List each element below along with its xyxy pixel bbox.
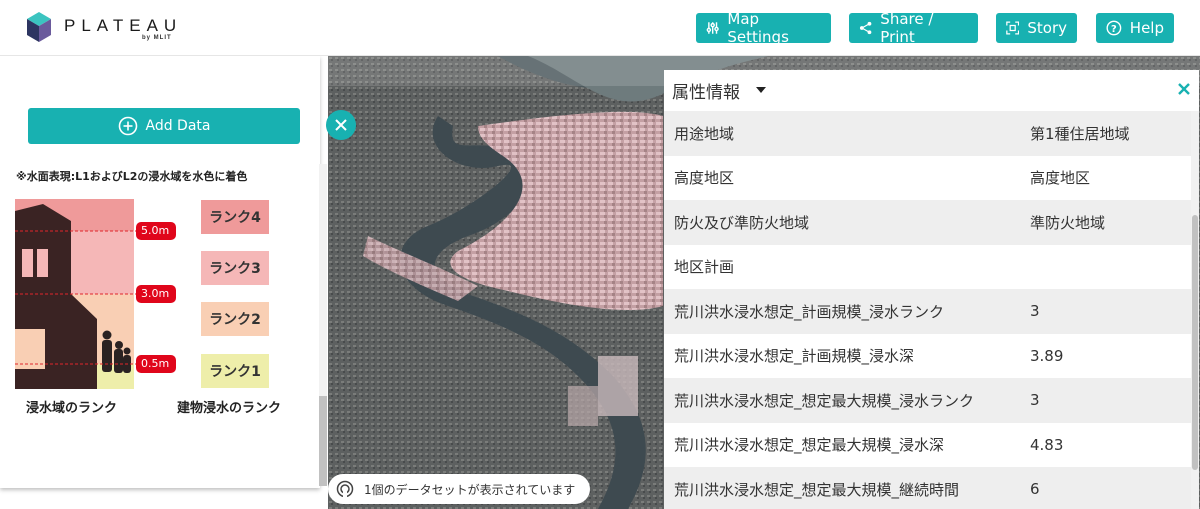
close-icon[interactable] bbox=[1177, 82, 1191, 96]
logo-cube-icon bbox=[27, 12, 51, 42]
rank1-box: ランク1 bbox=[201, 354, 269, 388]
caret-down-icon[interactable] bbox=[756, 86, 766, 94]
dataset-status-text: 1個のデータセットが表示されています bbox=[364, 482, 576, 497]
depth-marker-5m: 5.0m bbox=[141, 224, 170, 237]
add-data-label: Add Data bbox=[145, 118, 211, 134]
attribute-key: 用途地域 bbox=[674, 124, 735, 143]
rank3-label: ランク3 bbox=[209, 261, 261, 277]
attribute-row: 高度地区 高度地区 bbox=[664, 155, 1191, 200]
rank3-box: ランク3 bbox=[201, 251, 269, 285]
story-icon bbox=[1006, 21, 1020, 35]
attribute-row: 荒川洪水浸水想定_計画規模_浸水深 3.89 bbox=[664, 333, 1191, 378]
attribute-key: 荒川洪水浸水想定_計画規模_浸水深 bbox=[674, 347, 915, 366]
attribute-table: 用途地域 第1種住居地域 高度地区 高度地区 防火及び準防火地域 準防火地域 地区計画 荒川洪… bbox=[664, 111, 1191, 509]
logo-text: PLATEAU bbox=[64, 16, 183, 35]
plus-circle-icon bbox=[118, 116, 137, 136]
left-panel: Add Data ※水面表現:L1およびL2の浸水域を水色に着色 5.0m 3.… bbox=[0, 56, 328, 509]
attribute-value: 3 bbox=[1030, 391, 1040, 410]
attribute-value: 3 bbox=[1030, 302, 1040, 321]
attribute-key: 高度地区 bbox=[674, 169, 735, 188]
close-icon bbox=[335, 119, 347, 131]
attribute-panel-title[interactable]: 属性情報 bbox=[672, 78, 740, 103]
plateau-logo[interactable]: PLATEAU by MLIT bbox=[26, 10, 196, 46]
attribute-panel: 属性情報 用途地域 第1種住居地域 高度地区 高度地区 防火及び準防火地域 準防火地域 地区… bbox=[664, 70, 1199, 509]
attribute-value: 6 bbox=[1030, 480, 1040, 499]
layers-icon bbox=[336, 480, 354, 498]
map-settings-button[interactable]: Map Settings bbox=[696, 10, 831, 46]
story-label: Story bbox=[1027, 19, 1067, 37]
attribute-panel-header: 属性情報 bbox=[664, 70, 1199, 111]
help-icon: ? bbox=[1106, 20, 1122, 36]
legend-panel: Add Data ※水面表現:L1およびL2の浸水域を水色に着色 5.0m 3.… bbox=[0, 56, 320, 488]
share-icon bbox=[859, 21, 872, 35]
attribute-key: 荒川洪水浸水想定_想定最大規模_浸水深 bbox=[674, 436, 945, 455]
collapse-panel-button[interactable] bbox=[326, 110, 356, 140]
rank4-box: ランク4 bbox=[201, 200, 269, 234]
depth-marker-05m: 0.5m bbox=[141, 357, 170, 370]
dataset-status-pill[interactable]: 1個のデータセットが表示されています bbox=[328, 474, 590, 504]
app-header: PLATEAU by MLIT Map Settings Share / Pri… bbox=[0, 0, 1200, 56]
help-label: Help bbox=[1129, 19, 1164, 37]
attribute-row: 防火及び準防火地域 準防火地域 bbox=[664, 200, 1191, 245]
logo-subtext: by MLIT bbox=[142, 35, 172, 41]
map-settings-label: Map Settings bbox=[727, 10, 789, 46]
share-print-button[interactable]: Share / Print bbox=[849, 10, 978, 46]
attribute-row: 荒川洪水浸水想定_想定最大規模_継続時間 6 bbox=[664, 467, 1191, 509]
inundation-area-rank-caption: 浸水域のランク bbox=[26, 401, 118, 416]
add-data-button[interactable]: Add Data bbox=[28, 108, 300, 144]
rank4-label: ランク4 bbox=[209, 210, 261, 226]
attribute-row: 用途地域 第1種住居地域 bbox=[664, 111, 1191, 156]
water-note: ※水面表現:L1およびL2の浸水域を水色に着色 bbox=[16, 170, 248, 183]
attribute-row: 地区計画 bbox=[664, 244, 1191, 289]
left-panel-scroll-thumb[interactable] bbox=[319, 396, 327, 486]
rank1-label: ランク1 bbox=[209, 364, 261, 380]
attribute-key: 防火及び準防火地域 bbox=[674, 213, 810, 232]
attribute-key: 荒川洪水浸水想定_想定最大規模_浸水ランク bbox=[674, 391, 975, 410]
story-button[interactable]: Story bbox=[996, 13, 1077, 43]
help-button[interactable]: ? Help bbox=[1096, 13, 1174, 43]
attribute-value: 第1種住居地域 bbox=[1030, 124, 1130, 143]
attribute-scroll-thumb[interactable] bbox=[1192, 215, 1198, 470]
svg-text:?: ? bbox=[1111, 24, 1117, 35]
attribute-value: 4.83 bbox=[1030, 435, 1064, 454]
attribute-key: 地区計画 bbox=[674, 258, 735, 277]
sliders-icon bbox=[706, 22, 719, 34]
rank2-label: ランク2 bbox=[209, 312, 261, 328]
attribute-row: 荒川洪水浸水想定_計画規模_浸水ランク 3 bbox=[664, 289, 1191, 334]
depth-marker-3m: 3.0m bbox=[141, 287, 170, 300]
attribute-value: 準防火地域 bbox=[1030, 213, 1106, 232]
building-inundation-rank-caption: 建物浸水のランク bbox=[177, 401, 282, 416]
attribute-key: 荒川洪水浸水想定_想定最大規模_継続時間 bbox=[674, 480, 960, 499]
attribute-row: 荒川洪水浸水想定_想定最大規模_浸水ランク 3 bbox=[664, 378, 1191, 423]
attribute-key: 荒川洪水浸水想定_計画規模_浸水ランク bbox=[674, 302, 945, 321]
attribute-row: 荒川洪水浸水想定_想定最大規模_浸水深 4.83 bbox=[664, 422, 1191, 467]
attribute-value: 高度地区 bbox=[1030, 169, 1091, 188]
share-print-label: Share / Print bbox=[880, 10, 934, 46]
attribute-value: 3.89 bbox=[1030, 346, 1064, 365]
rank2-box: ランク2 bbox=[201, 302, 269, 336]
